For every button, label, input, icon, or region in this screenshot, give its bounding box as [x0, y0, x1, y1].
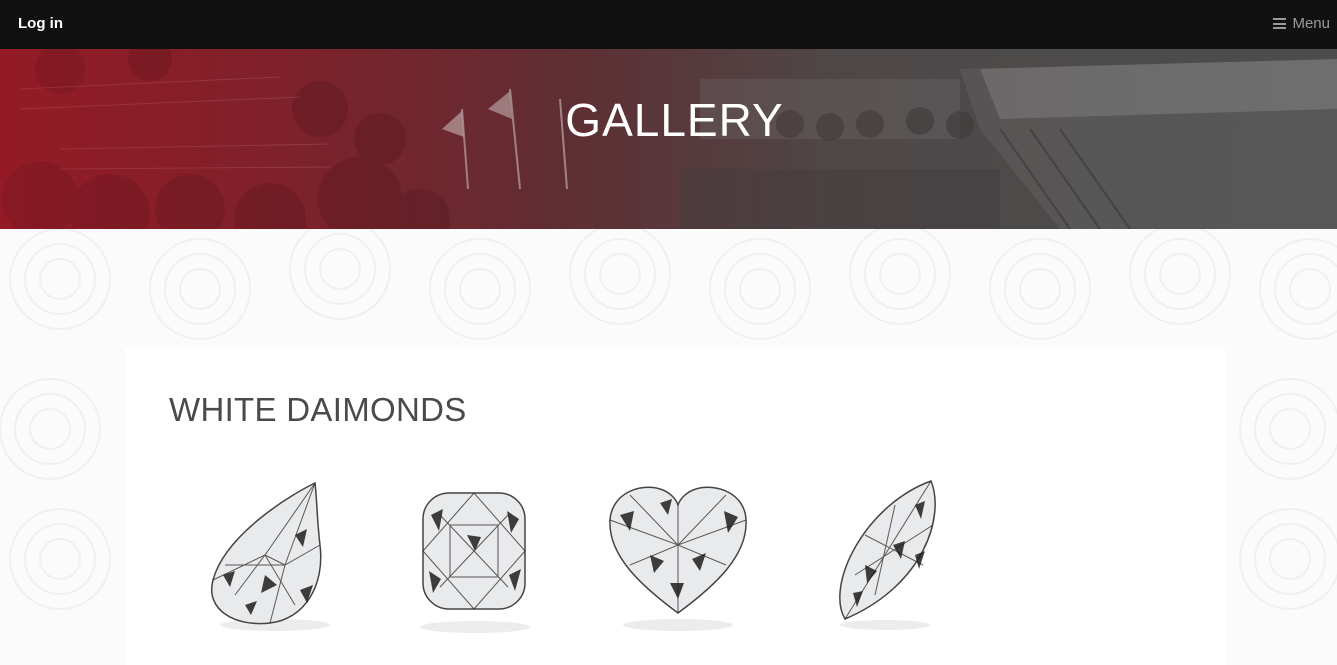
- page-title: GALLERY: [565, 94, 784, 146]
- marquise-diamond-image: [839, 480, 936, 630]
- menu-button[interactable]: Menu: [1273, 15, 1330, 32]
- gallery-item-marquise-diamond[interactable]: [805, 475, 965, 645]
- menu-label: Menu: [1292, 15, 1330, 32]
- section-title: WHITE DAIMONDS: [169, 391, 467, 428]
- top-navigation-bar: Log in Menu: [0, 0, 1337, 49]
- gallery-section: WHITE DAIMONDS: [125, 347, 1225, 665]
- gallery-item-cushion-diamond[interactable]: [395, 475, 555, 645]
- cushion-diamond-image: [420, 492, 530, 633]
- heart-diamond-image: [609, 486, 747, 631]
- gallery-item-pear-diamond[interactable]: [195, 475, 355, 645]
- hamburger-icon: [1273, 18, 1287, 29]
- login-link[interactable]: Log in: [18, 15, 63, 32]
- hero-banner: GALLERY: [0, 49, 1337, 229]
- pear-diamond-image: [210, 481, 330, 631]
- gallery-item-heart-diamond[interactable]: [600, 475, 760, 645]
